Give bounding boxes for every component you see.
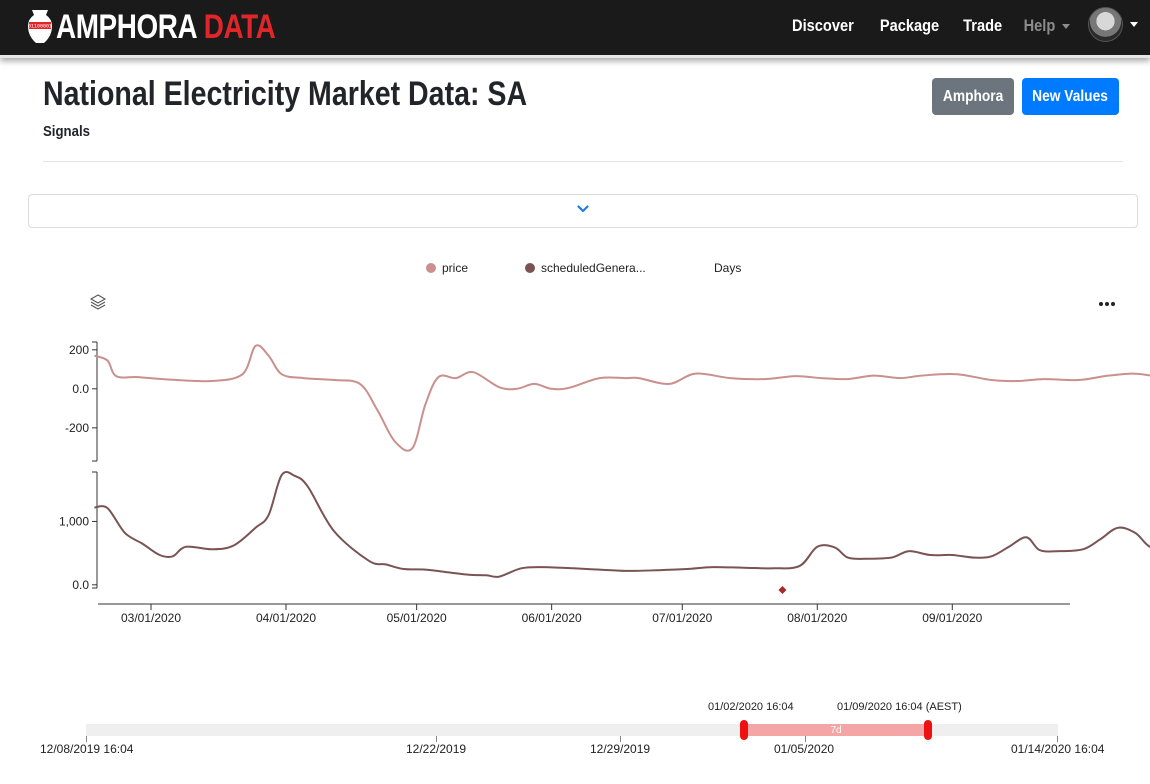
time-slider-range-length: 7d — [830, 725, 842, 736]
amphora-logo-icon[interactable]: 01100001 — [28, 7, 52, 47]
nav-link-package[interactable]: Package — [880, 16, 939, 36]
legend-item-days[interactable]: Days — [714, 261, 741, 275]
time-slider-end-handle[interactable] — [924, 720, 932, 740]
slider-start-label: 12/08/2019 16:04 — [40, 742, 134, 756]
chart-legend: price scheduledGenera... Days — [0, 261, 1150, 277]
x-tick-label: 08/01/2020 — [787, 611, 847, 625]
layers-icon[interactable] — [89, 293, 107, 311]
price-series-line — [94, 344, 1150, 452]
signals-chart[interactable]: 200 0.0 -200 1,000 0.0 03/01/2020 04/01/2020 05… — [0, 330, 1150, 630]
legend-dot-generation — [525, 263, 535, 273]
amphora-button[interactable]: Amphora — [932, 78, 1014, 115]
more-horizontal-icon[interactable] — [1098, 300, 1116, 308]
user-avatar[interactable] — [1088, 7, 1123, 42]
slider-end-label: 01/14/2020 16:04 — [1011, 742, 1105, 756]
nav-links: Discover Package Trade Help — [787, 16, 1070, 36]
options-collapse-toggle[interactable] — [28, 194, 1138, 228]
brand-accent: DATA — [203, 8, 276, 46]
nav-link-help[interactable]: Help — [1021, 16, 1070, 36]
amphora-button-label: Amphora — [942, 87, 1004, 105]
y-tick-label: 0.0 — [72, 578, 89, 592]
nav-link-trade[interactable]: Trade — [963, 16, 1002, 36]
legend-dot-price — [426, 263, 436, 273]
slider-tick-label: 12/22/2019 — [406, 742, 467, 756]
page-subtitle: Signals — [43, 123, 90, 140]
top-navbar: 01100001 AMPHORA DATA Discover Package Tr… — [0, 0, 1150, 58]
chevron-down-icon — [577, 205, 589, 213]
divider — [43, 161, 1123, 162]
page-title: National Electricity Market Data: SA — [43, 75, 528, 113]
logo-text: 01100001 — [28, 24, 52, 30]
new-values-button[interactable]: New Values — [1022, 78, 1119, 115]
x-tick-label: 03/01/2020 — [121, 611, 181, 625]
new-values-button-label: New Values — [1032, 87, 1109, 105]
y-tick-label: -200 — [65, 421, 89, 435]
x-tick-label: 05/01/2020 — [387, 611, 447, 625]
range-end-label: 01/09/2020 16:04 (AEST) — [837, 701, 962, 713]
nav-link-help-label: Help — [1023, 16, 1056, 35]
brand-primary: AMPHORA — [56, 8, 198, 46]
slider-tick-label: 01/05/2020 — [774, 742, 835, 756]
x-tick-label: 04/01/2020 — [256, 611, 316, 625]
x-tick-label: 09/01/2020 — [922, 611, 982, 625]
time-slider-start-handle[interactable] — [740, 720, 748, 740]
x-tick-label: 07/01/2020 — [652, 611, 712, 625]
range-start-label: 01/02/2020 16:04 — [708, 701, 794, 713]
nav-link-discover[interactable]: Discover — [792, 16, 854, 36]
legend-label-generation: scheduledGenera... — [541, 261, 646, 275]
x-tick-label: 06/01/2020 — [522, 611, 582, 625]
avatar-caret-down-icon[interactable] — [1130, 22, 1138, 27]
caret-down-icon — [1062, 23, 1070, 29]
legend-item-price[interactable]: price — [426, 261, 468, 275]
y-tick-label: 200 — [69, 343, 89, 357]
legend-item-generation[interactable]: scheduledGenera... — [525, 261, 646, 275]
y-tick-label: 0.0 — [72, 382, 89, 396]
brand-wordmark[interactable]: AMPHORA DATA — [56, 7, 276, 47]
slider-tick-label: 12/29/2019 — [590, 742, 651, 756]
y-tick-label: 1,000 — [59, 514, 89, 528]
generation-series-line — [94, 471, 1150, 578]
legend-label-price: price — [442, 261, 469, 275]
event-marker — [778, 586, 787, 594]
legend-label-days: Days — [714, 261, 742, 275]
